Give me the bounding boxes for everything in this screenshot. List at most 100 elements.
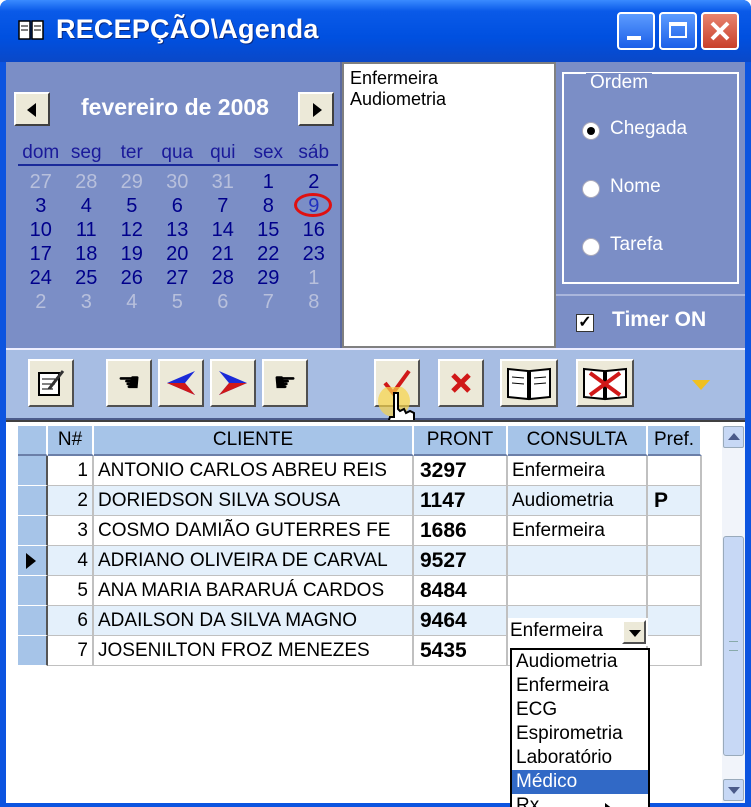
list-item[interactable]: Audiometria (350, 89, 548, 110)
dropdown-option[interactable]: Laboratório (512, 746, 648, 770)
calendar-day[interactable]: 29 (109, 170, 155, 194)
calendar-day[interactable]: 25 (64, 266, 110, 290)
calendar-day[interactable]: 5 (109, 194, 155, 218)
grid-cell-n[interactable]: 3 (48, 516, 94, 546)
calendar-day[interactable]: 31 (200, 170, 246, 194)
grid-cell-pront[interactable]: 3297 (414, 456, 508, 486)
column-header-cliente[interactable]: CLIENTE (94, 426, 414, 456)
grid-cell-n[interactable]: 2 (48, 486, 94, 516)
row-indicator[interactable] (18, 486, 48, 516)
grid-cell-n[interactable]: 6 (48, 606, 94, 636)
consulta-dropdown-list[interactable]: Audiometria Enfermeira ECG Espirometria Labo… (510, 648, 650, 807)
calendar-day[interactable]: 21 (200, 242, 246, 266)
timer-checkbox[interactable]: ✓ (576, 314, 594, 332)
grid-cell-pront[interactable]: 1147 (414, 486, 508, 516)
grid-cell-consulta[interactable] (508, 576, 648, 606)
calendar-day[interactable]: 22 (246, 242, 292, 266)
grid-cell-n[interactable]: 7 (48, 636, 94, 666)
calendar-day[interactable]: 26 (109, 266, 155, 290)
vertical-scrollbar[interactable] (722, 426, 745, 803)
calendar-day[interactable]: 24 (18, 266, 64, 290)
column-header-n[interactable]: N# (48, 426, 94, 456)
radio-chegada[interactable] (582, 122, 600, 140)
grid-cell-pront[interactable]: 8484 (414, 576, 508, 606)
prev-month-button[interactable] (14, 92, 50, 126)
calendar-day[interactable]: 28 (64, 170, 110, 194)
title-bar[interactable]: RECEPÇÃO\Agenda (0, 0, 751, 62)
confirm-button[interactable] (374, 359, 420, 436)
grid-cell-cliente[interactable]: ANA MARIA BARARUÁ CARDOS (94, 576, 414, 606)
calendar-day[interactable]: 28 (200, 266, 246, 290)
grid-cell-cliente[interactable]: JOSENILTON FROZ MENEZES (94, 636, 414, 666)
grid-cell-cliente[interactable]: ADRIANO OLIVEIRA DE CARVAL (94, 546, 414, 576)
radio-label-tarefa[interactable]: Tarefa (610, 234, 663, 256)
calendar-day[interactable]: 8 (246, 194, 292, 218)
calendar-day[interactable]: 27 (155, 266, 201, 290)
grid-cell-pref[interactable] (648, 516, 702, 546)
calendar-day[interactable]: 2 (291, 170, 337, 194)
grid-cell-consulta[interactable]: Enfermeira (508, 456, 648, 486)
previous-button[interactable] (158, 359, 204, 407)
dropdown-option[interactable]: Audiometria (512, 650, 648, 674)
minimize-button[interactable] (617, 12, 655, 50)
first-button[interactable]: ☚ (106, 359, 152, 407)
combobox-dropdown-button[interactable] (622, 620, 646, 644)
row-indicator[interactable] (18, 636, 48, 666)
dropdown-option[interactable]: Enfermeira (512, 674, 648, 698)
calendar-day[interactable]: 4 (109, 290, 155, 314)
row-indicator[interactable] (18, 576, 48, 606)
column-header-consulta[interactable]: CONSULTA (508, 426, 648, 456)
calendar-day[interactable]: 19 (109, 242, 155, 266)
calendar-day[interactable]: 13 (155, 218, 201, 242)
edit-button[interactable] (28, 359, 74, 407)
calendar-day[interactable]: 6 (200, 290, 246, 314)
calendar-day[interactable]: 27 (18, 170, 64, 194)
grid-cell-pref[interactable]: P (648, 486, 702, 516)
calendar-day[interactable]: 9 (291, 193, 337, 218)
column-header-pront[interactable]: PRONT (414, 426, 508, 456)
calendar-day[interactable]: 6 (155, 194, 201, 218)
book-button[interactable] (500, 359, 558, 407)
close-button[interactable] (701, 12, 739, 50)
row-indicator[interactable] (18, 606, 48, 636)
calendar-day[interactable]: 5 (155, 290, 201, 314)
maximize-button[interactable] (659, 12, 697, 50)
grid-cell-consulta[interactable]: Enfermeira (508, 516, 648, 546)
calendar-day[interactable]: 18 (64, 242, 110, 266)
grid-cell-n[interactable]: 4 (48, 546, 94, 576)
calendar-day[interactable]: 30 (155, 170, 201, 194)
grid-cell-pront[interactable]: 9464 (414, 606, 508, 636)
consultas-list[interactable]: Enfermeira Audiometria (342, 62, 556, 348)
calendar-day[interactable]: 4 (64, 194, 110, 218)
grid-cell-cliente[interactable]: ANTONIO CARLOS ABREU REIS (94, 456, 414, 486)
radio-tarefa[interactable] (582, 238, 600, 256)
calendar-day[interactable]: 20 (155, 242, 201, 266)
calendar-day[interactable]: 8 (291, 290, 337, 314)
grid-cell-pref[interactable] (648, 636, 702, 666)
row-indicator[interactable] (18, 516, 48, 546)
calendar-day[interactable]: 3 (18, 194, 64, 218)
grid-cell-pref[interactable] (648, 576, 702, 606)
calendar-day[interactable]: 29 (246, 266, 292, 290)
dropdown-option[interactable]: Médico (512, 770, 648, 794)
calendar-day[interactable]: 15 (246, 218, 292, 242)
calendar-day[interactable]: 17 (18, 242, 64, 266)
book-remove-button[interactable] (576, 359, 634, 407)
row-indicator[interactable] (18, 456, 48, 486)
grid-cell-consulta[interactable]: Audiometria (508, 486, 648, 516)
row-indicator[interactable] (18, 546, 48, 576)
scroll-down-button[interactable] (723, 779, 744, 801)
cancel-button[interactable] (438, 359, 484, 407)
calendar-day[interactable]: 11 (64, 218, 110, 242)
calendar-day[interactable]: 3 (64, 290, 110, 314)
calendar-day[interactable]: 7 (246, 290, 292, 314)
calendar-day[interactable]: 1 (291, 266, 337, 290)
grid-cell-pront[interactable]: 9527 (414, 546, 508, 576)
grid-cell-n[interactable]: 5 (48, 576, 94, 606)
scroll-up-button[interactable] (723, 426, 744, 448)
calendar-day[interactable]: 10 (18, 218, 64, 242)
toolbar-menu-button[interactable] (686, 372, 716, 398)
calendar-day[interactable]: 12 (109, 218, 155, 242)
grid-cell-cliente[interactable]: DORIEDSON SILVA SOUSA (94, 486, 414, 516)
grid-cell-pref[interactable] (648, 546, 702, 576)
